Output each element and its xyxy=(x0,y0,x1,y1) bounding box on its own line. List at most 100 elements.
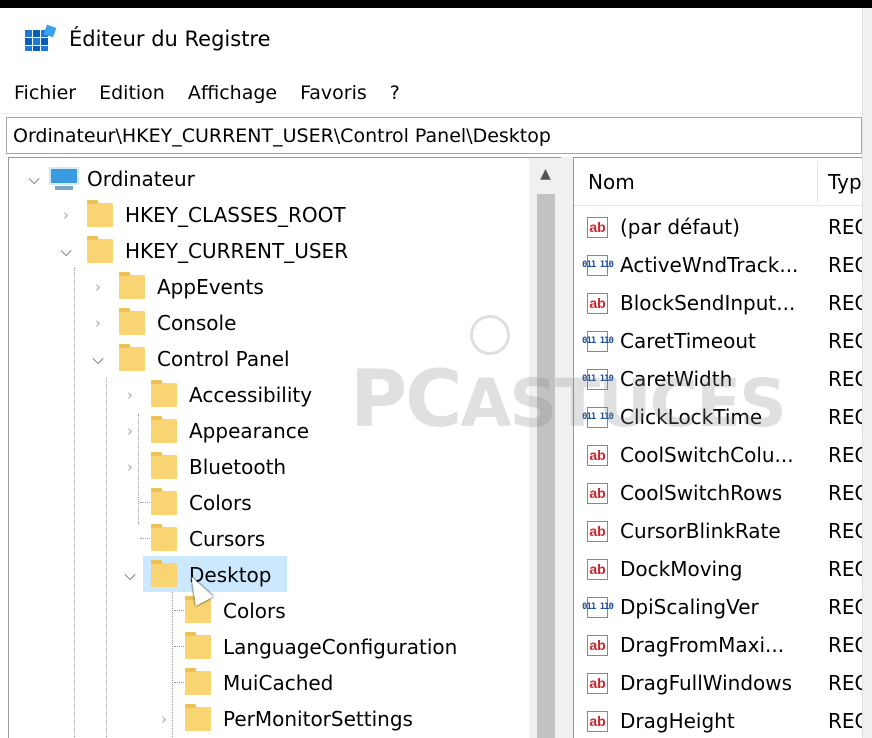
tree-item-label: HKEY_CURRENT_USER xyxy=(125,239,349,263)
scrollbar-thumb[interactable] xyxy=(537,194,555,738)
binary-value-icon: 011 110 xyxy=(582,406,614,428)
tree-item-hkcr[interactable]: › HKEY_CLASSES_ROOT xyxy=(57,198,346,232)
string-value-icon: ab xyxy=(587,292,608,314)
tree-item-mui-cached[interactable]: MuiCached xyxy=(155,666,333,700)
binary-value-icon: 011 110 xyxy=(582,254,614,276)
values-list-pane[interactable]: Nom Type ab (par défaut) REG_ 011 110 Active… xyxy=(573,157,862,738)
string-value-icon: ab xyxy=(587,710,608,732)
tree-item-label: PerMonitorSettings xyxy=(223,707,413,731)
tree-item-label: Appearance xyxy=(189,419,310,443)
window-top-edge xyxy=(0,0,872,8)
menu-affichage[interactable]: Affichage xyxy=(188,82,277,104)
chevron-down-icon[interactable]: ⌵ xyxy=(121,558,139,592)
tree-item-control-panel[interactable]: ⌵ Control Panel xyxy=(89,342,290,376)
tree-item-console[interactable]: › Console xyxy=(89,306,236,340)
menu-edition[interactable]: Edition xyxy=(99,82,165,104)
folder-icon xyxy=(151,416,177,443)
tree-scrollbar[interactable]: ▲ xyxy=(529,158,561,738)
menu-help[interactable]: ? xyxy=(390,82,400,104)
tree-item-label: LanguageConfiguration xyxy=(223,635,458,659)
address-bar[interactable]: Ordinateur\HKEY_CURRENT_USER\Control Pan… xyxy=(6,117,862,154)
tree-item-colors[interactable]: Colors xyxy=(121,486,252,520)
string-value-icon: ab xyxy=(587,216,608,238)
list-item[interactable]: ab (par défaut) REG_ xyxy=(574,208,862,246)
value-type: REG_ xyxy=(828,481,862,505)
tree-item-bluetooth[interactable]: › Bluetooth xyxy=(121,450,286,484)
list-item[interactable]: ab CursorBlinkRate REG_ xyxy=(574,512,862,550)
value-name: DragHeight xyxy=(620,709,735,733)
tree-connector xyxy=(74,268,75,738)
tree-item-label: Console xyxy=(157,311,237,335)
window-title: Éditeur du Registre xyxy=(69,27,271,51)
folder-icon xyxy=(151,524,177,551)
list-item[interactable]: ab BlockSendInput... REG_ xyxy=(574,284,862,322)
tree-item-language-configuration[interactable]: LanguageConfiguration xyxy=(155,630,457,664)
tree-item-hkcu[interactable]: ⌵ HKEY_CURRENT_USER xyxy=(57,234,348,268)
chevron-right-icon[interactable]: › xyxy=(57,198,75,232)
tree-item-ordinateur[interactable]: ⌵ Ordinateur xyxy=(25,162,195,196)
tree-item-label: MuiCached xyxy=(223,671,334,695)
column-divider[interactable] xyxy=(817,162,818,202)
tree-item-appevents[interactable]: › AppEvents xyxy=(89,270,264,304)
list-item[interactable]: ab DragFullWindows REG_ xyxy=(574,664,862,702)
list-item[interactable]: ab CoolSwitchRows REG_ xyxy=(574,474,862,512)
string-value-icon: ab xyxy=(587,520,608,542)
string-value-icon: ab xyxy=(587,634,608,656)
value-name: ActiveWndTrack... xyxy=(620,253,799,277)
tree-item-label: AppEvents xyxy=(157,275,264,299)
title-bar[interactable]: Éditeur du Registre xyxy=(0,8,862,70)
folder-icon xyxy=(119,344,145,371)
chevron-down-icon[interactable]: ⌵ xyxy=(89,342,107,376)
list-item[interactable]: ab CoolSwitchColu... REG_ xyxy=(574,436,862,474)
list-item[interactable]: ab DragFromMaxi... REG_ xyxy=(574,626,862,664)
value-type: REG_ xyxy=(828,633,862,657)
binary-value-icon: 011 110 xyxy=(582,596,614,618)
folder-icon xyxy=(87,200,113,227)
tree-item-label: Ordinateur xyxy=(87,167,195,191)
list-item[interactable]: 011 110 ActiveWndTrack... REG_ xyxy=(574,246,862,284)
list-item[interactable]: 011 110 ClickLockTime REG_ xyxy=(574,398,862,436)
key-tree-pane[interactable]: ⌵ Ordinateur › HKEY_CLASSES_ROOT ⌵ HKEY_… xyxy=(8,157,561,738)
value-name: BlockSendInput... xyxy=(620,291,796,315)
chevron-right-icon[interactable]: › xyxy=(121,378,139,412)
menu-fichier[interactable]: Fichier xyxy=(14,82,76,104)
list-item[interactable]: ab DragHeight REG_ xyxy=(574,702,862,738)
chevron-right-icon[interactable]: › xyxy=(89,270,107,304)
list-item[interactable]: 011 110 DpiScalingVer REG_ xyxy=(574,588,862,626)
list-item[interactable]: ab DockMoving REG_ xyxy=(574,550,862,588)
value-name: CursorBlinkRate xyxy=(620,519,781,543)
tree-item-label: HKEY_CLASSES_ROOT xyxy=(125,203,346,227)
value-type: REG_ xyxy=(828,671,862,695)
binary-value-icon: 011 110 xyxy=(582,330,614,352)
tree-item-accessibility[interactable]: › Accessibility xyxy=(121,378,312,412)
tree-item-per-monitor-settings[interactable]: › PerMonitorSettings xyxy=(155,702,413,736)
value-type: REG_ xyxy=(828,405,862,429)
column-header-name[interactable]: Nom xyxy=(588,170,635,194)
scroll-up-icon[interactable]: ▲ xyxy=(529,164,561,184)
tree-item-desktop-colors[interactable]: Colors xyxy=(155,594,286,628)
value-type: REG_ xyxy=(828,291,862,315)
tree-item-label: Colors xyxy=(223,599,286,623)
value-type: REG_ xyxy=(828,253,862,277)
folder-icon xyxy=(87,236,113,263)
chevron-right-icon[interactable]: › xyxy=(155,702,173,736)
chevron-down-icon[interactable]: ⌵ xyxy=(57,234,75,268)
window-right-edge xyxy=(862,8,872,738)
chevron-right-icon[interactable]: › xyxy=(89,306,107,340)
list-item[interactable]: 011 110 CaretTimeout REG_ xyxy=(574,322,862,360)
chevron-right-icon[interactable]: › xyxy=(121,414,139,448)
folder-icon xyxy=(185,632,211,659)
pane-splitter[interactable] xyxy=(561,157,573,738)
menu-bar: Fichier Edition Affichage Favoris ? xyxy=(0,72,862,114)
tree-item-appearance[interactable]: › Appearance xyxy=(121,414,309,448)
chevron-down-icon[interactable]: ⌵ xyxy=(25,162,43,196)
value-name: DragFullWindows xyxy=(620,671,793,695)
column-header-type[interactable]: Type xyxy=(828,170,862,194)
tree-item-cursors[interactable]: Cursors xyxy=(121,522,265,556)
menu-favoris[interactable]: Favoris xyxy=(300,82,367,104)
tree-item-label: Cursors xyxy=(189,527,266,551)
registry-editor-icon xyxy=(25,24,57,52)
list-item[interactable]: 011 110 CaretWidth REG_ xyxy=(574,360,862,398)
string-value-icon: ab xyxy=(587,672,608,694)
chevron-right-icon[interactable]: › xyxy=(121,450,139,484)
